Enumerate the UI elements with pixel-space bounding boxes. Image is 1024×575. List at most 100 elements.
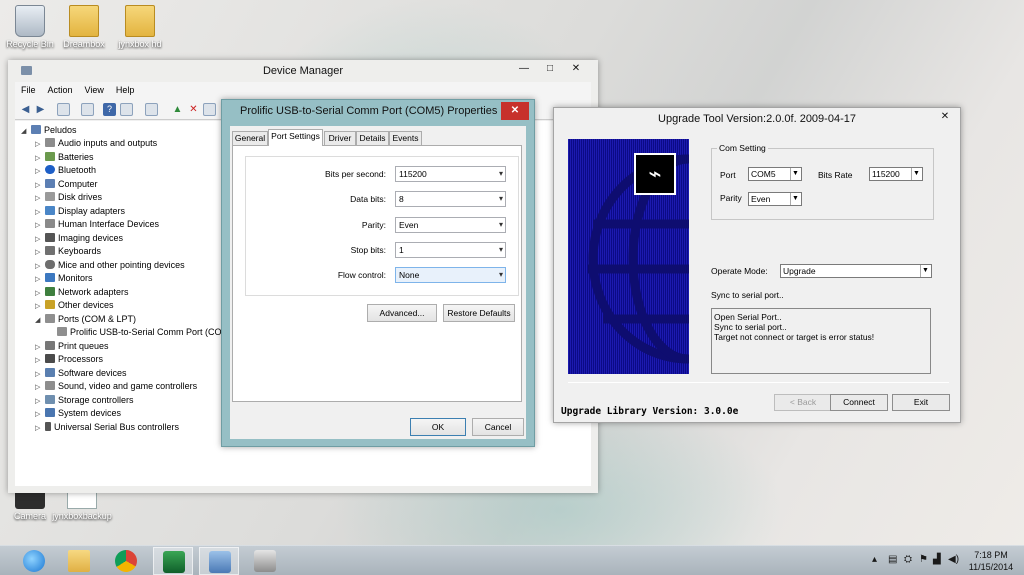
expand-arrow-icon[interactable]: ▷ [35,300,43,313]
bits-rate-select[interactable]: 115200 ▼ [869,167,923,181]
tray-flag-icon[interactable]: ⚑ [919,554,928,565]
tray-show-hidden-icon[interactable]: ▴ [872,554,877,565]
ok-button[interactable]: OK [410,418,466,436]
stop-bits-select[interactable]: 1 ▾ [395,242,506,258]
tree-item-bluetooth[interactable]: ▷ Bluetooth [35,164,96,177]
expand-arrow-icon[interactable]: ▷ [35,273,43,286]
view-icon[interactable] [120,103,133,116]
tree-item-computer[interactable]: ▷ Computer [35,178,98,191]
tab-driver[interactable]: Driver [324,131,356,145]
taskbar-upgrade-tool[interactable] [153,547,193,575]
desktop-icon-dreambox-stuff[interactable]: Dreambox Stuff [54,5,114,50]
parity-select[interactable]: Even ▼ [748,192,802,206]
minimize-button[interactable]: — [511,60,537,80]
taskbar-file-explorer[interactable] [59,547,99,575]
tree-item-keyboards[interactable]: ▷ Keyboards [35,245,101,258]
cancel-button[interactable]: Cancel [472,418,524,436]
operate-mode-select[interactable]: Upgrade ▼ [780,264,932,278]
expand-arrow-icon[interactable]: ▷ [35,192,43,205]
expand-arrow-icon[interactable]: ▷ [35,422,43,435]
tree-item-mice[interactable]: ▷ Mice and other pointing devices [35,259,185,272]
tree-item-ports[interactable]: ◢ Ports (COM & LPT) [35,313,136,326]
tree-item-processors[interactable]: ▷ Processors [35,353,103,366]
tree-item-audio[interactable]: ▷ Audio inputs and outputs [35,137,157,150]
close-button[interactable]: ✕ [563,60,589,80]
tree-item-display-adapters[interactable]: ▷ Display adapters [35,205,125,218]
menu-file[interactable]: File [15,82,42,98]
taskbar-clock[interactable]: 7:18 PM 11/15/2014 [966,549,1016,573]
tree-item-batteries[interactable]: ▷ Batteries [35,151,94,164]
tree-item-sound[interactable]: ▷ Sound, video and game controllers [35,380,197,393]
taskbar-device-manager[interactable] [199,547,239,575]
back-arrow-icon[interactable]: ◀ [19,103,32,116]
uninstall-icon[interactable]: ✕ [187,103,200,116]
tray-volume-icon[interactable]: ◀) [948,554,959,565]
advanced-button[interactable]: Advanced... [367,304,437,322]
tree-item-label: Audio inputs and outputs [58,138,158,148]
tree-item-usb[interactable]: ▷ Universal Serial Bus controllers [35,421,179,434]
tray-network-icon[interactable]: ▟ [933,554,941,565]
expand-arrow-icon[interactable]: ▷ [35,219,43,232]
tree-item-monitors[interactable]: ▷ Monitors [35,272,93,285]
port-select[interactable]: COM5 ▼ [748,167,802,181]
menu-help[interactable]: Help [110,82,141,98]
tree-item-disk-drives[interactable]: ▷ Disk drives [35,191,102,204]
taskbar-chrome[interactable] [106,547,146,575]
bits-per-second-select[interactable]: 115200 ▾ [395,166,506,182]
expand-arrow-icon[interactable]: ▷ [35,354,43,367]
tree-item-print-queues[interactable]: ▷ Print queues [35,340,109,353]
tree-item-hid[interactable]: ▷ Human Interface Devices [35,218,159,231]
expand-arrow-icon[interactable]: ▷ [35,408,43,421]
tree-item-prolific-port[interactable]: Prolific USB-to-Serial Comm Port (COM5) [55,326,227,339]
tree-item-imaging[interactable]: ▷ Imaging devices [35,232,123,245]
expand-arrow-icon[interactable]: ▷ [35,246,43,259]
device-manager-titlebar[interactable]: Device Manager — □ ✕ [15,60,591,82]
tree-item-other-devices[interactable]: ▷ Other devices [35,299,114,312]
expand-arrow-icon[interactable]: ▷ [35,138,43,151]
tab-port-settings[interactable]: Port Settings [268,129,323,146]
menu-action[interactable]: Action [42,82,79,98]
tray-usb-icon[interactable]: ⛭ [904,554,912,565]
tree-item-network[interactable]: ▷ Network adapters [35,286,129,299]
help-icon[interactable]: ? [103,103,116,116]
collapse-arrow-icon[interactable]: ◢ [35,314,43,327]
disable-icon[interactable] [203,103,216,116]
data-bits-select[interactable]: 8 ▾ [395,191,506,207]
usb-icon [45,422,51,431]
exit-button[interactable]: Exit [892,394,950,411]
tab-general[interactable]: General [232,131,268,145]
scan-hardware-icon[interactable] [145,103,158,116]
parity-select[interactable]: Even ▾ [395,217,506,233]
taskbar-internet-explorer[interactable] [14,547,54,575]
tree-item-storage[interactable]: ▷ Storage controllers [35,394,134,407]
close-button[interactable]: ✕ [501,102,529,120]
expand-arrow-icon[interactable]: ▷ [35,165,43,178]
menu-view[interactable]: View [79,82,110,98]
window-title: Upgrade Tool Version:2.0.0f. 2009-04-17 [658,113,856,125]
show-hide-console-icon[interactable] [57,103,70,116]
restore-defaults-button[interactable]: Restore Defaults [443,304,515,322]
desktop-icon-jynxbox-backup[interactable]: jynxbox hd backup [110,5,170,50]
update-driver-icon[interactable]: ▲ [171,103,184,116]
tray-action-center-icon[interactable]: ▤ [888,554,897,565]
desktop-icon-recycle-bin[interactable]: Recycle Bin [0,5,60,49]
tree-item-system[interactable]: ▷ System devices [35,407,121,420]
tree-root[interactable]: ◢ Peludos [21,124,77,137]
collapse-arrow-icon[interactable]: ◢ [21,125,29,138]
properties-titlebar[interactable]: Prolific USB-to-Serial Comm Port (COM5) … [222,100,534,122]
log-output[interactable]: Open Serial Port.. Sync to serial port..… [711,308,931,374]
tree-item-software-devices[interactable]: ▷ Software devices [35,367,127,380]
upgrade-tool-titlebar[interactable]: Upgrade Tool Version:2.0.0f. 2009-04-17 … [554,108,960,130]
close-button[interactable]: ✕ [932,108,958,128]
tab-events[interactable]: Events [389,131,422,145]
tree-item-label: Batteries [58,152,94,162]
properties-icon[interactable] [81,103,94,116]
back-button[interactable]: < Back [774,394,832,411]
flow-control-select[interactable]: None ▾ [395,267,506,283]
forward-arrow-icon[interactable]: ▶ [34,103,47,116]
connect-button[interactable]: Connect [830,394,888,411]
tab-details[interactable]: Details [356,131,389,145]
expand-arrow-icon[interactable]: ▷ [35,381,43,394]
maximize-button[interactable]: □ [537,60,563,80]
taskbar-device-settings[interactable] [245,547,285,575]
